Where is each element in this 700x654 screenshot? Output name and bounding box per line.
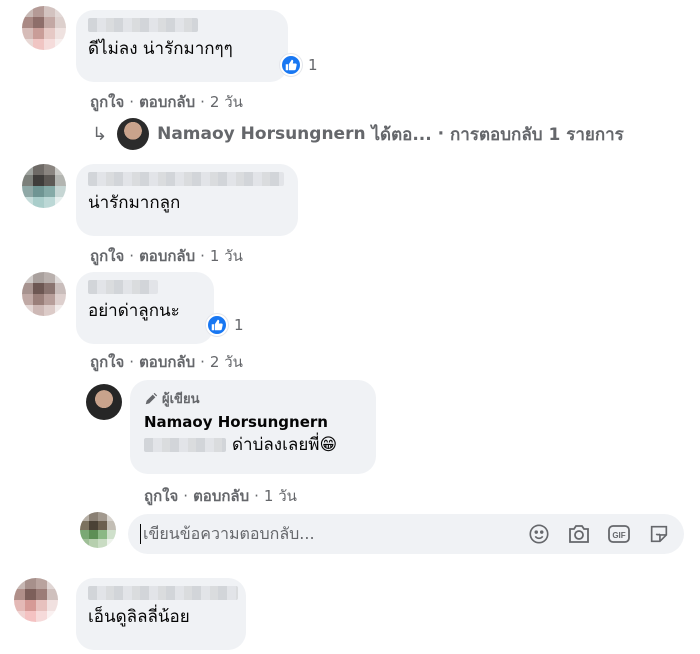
author-badge: ผู้เขียน xyxy=(144,388,362,409)
emoji-icon[interactable] xyxy=(526,521,552,547)
like-icon xyxy=(280,54,302,76)
reply-arrow-icon: ↳ xyxy=(92,123,108,145)
replier-avatar xyxy=(117,118,150,150)
comment-bubble: อย่าด่าลูกนะ xyxy=(76,272,214,344)
reply-button[interactable]: ตอบกลับ xyxy=(139,93,195,111)
comment-actions: ถูกใจ · ตอบกลับ · 2 วัน xyxy=(90,93,243,111)
reply-actions: ถูกใจ · ตอบกลับ · 1 วัน xyxy=(144,487,297,505)
avatar[interactable] xyxy=(22,164,66,208)
reaction-summary[interactable]: 1 xyxy=(280,54,318,76)
comment-bubble: ดีไม่ลง น่ารักมากๆๆ xyxy=(76,10,288,82)
comment-bubble: น่ารักมากลูก xyxy=(76,164,298,236)
avatar[interactable] xyxy=(22,6,66,50)
reaction-count: 1 xyxy=(308,56,318,74)
sticker-icon[interactable] xyxy=(646,521,672,547)
reaction-count: 1 xyxy=(234,316,244,334)
current-user-avatar xyxy=(80,512,116,548)
like-button[interactable]: ถูกใจ xyxy=(90,93,124,111)
replier-name: Namaoy Horsungnern xyxy=(157,124,366,144)
comment-bubble: เอ็นดูลิลลี่น้อย xyxy=(76,578,246,650)
camera-icon[interactable] xyxy=(566,521,592,547)
avatar[interactable] xyxy=(14,578,58,622)
author-name[interactable]: Namaoy Horsungnern xyxy=(144,413,362,431)
reply-placeholder: เขียนข้อความตอบกลับ... xyxy=(143,523,315,543)
avatar[interactable] xyxy=(22,272,66,316)
comment-text: ดีไม่ลง น่ารักมากๆๆ xyxy=(88,39,233,59)
reply-button[interactable]: ตอบกลับ xyxy=(139,247,195,265)
reply-input[interactable]: เขียนข้อความตอบกลับ... GIF xyxy=(128,514,684,554)
timestamp[interactable]: 1 วัน xyxy=(264,487,297,505)
reaction-summary[interactable]: 1 xyxy=(206,314,244,336)
like-button[interactable]: ถูกใจ xyxy=(144,487,178,505)
text-caret xyxy=(140,524,141,544)
svg-text:GIF: GIF xyxy=(612,531,625,540)
comment-text: เอ็นดูลิลลี่น้อย xyxy=(88,607,190,627)
like-button[interactable]: ถูกใจ xyxy=(90,247,124,265)
like-icon xyxy=(206,314,228,336)
comment-text: น่ารักมากลูก xyxy=(88,193,181,213)
commenter-name[interactable] xyxy=(88,586,238,600)
reply-bubble: ผู้เขียน Namaoy Horsungnern ด่าบ่ลงเลยพี… xyxy=(130,380,376,474)
tagged-user[interactable] xyxy=(144,438,226,452)
pencil-icon xyxy=(145,392,158,404)
comment-text: อย่าด่าลูกนะ xyxy=(88,301,180,321)
author-avatar[interactable] xyxy=(86,384,122,420)
gif-icon[interactable]: GIF xyxy=(606,521,632,547)
commenter-name[interactable] xyxy=(88,280,158,294)
reply-button[interactable]: ตอบกลับ xyxy=(193,487,249,505)
reply-text: ด่าบ่ลงเลยพี่😁 xyxy=(232,435,338,455)
comment-actions: ถูกใจ · ตอบกลับ · 1 วัน xyxy=(90,247,243,265)
commenter-name[interactable] xyxy=(88,18,198,32)
like-button[interactable]: ถูกใจ xyxy=(90,353,124,371)
commenter-name[interactable] xyxy=(88,172,284,186)
timestamp[interactable]: 2 วัน xyxy=(210,353,243,371)
timestamp[interactable]: 1 วัน xyxy=(210,247,243,265)
reply-count: การตอบกลับ 1 รายการ xyxy=(450,124,624,145)
reply-button[interactable]: ตอบกลับ xyxy=(139,353,195,371)
timestamp[interactable]: 2 วัน xyxy=(210,93,243,111)
comment-actions: ถูกใจ · ตอบกลับ · 2 วัน xyxy=(90,353,243,371)
view-replies-link[interactable]: ↳ Namaoy Horsungnern ได้ตอ... · การตอบกล… xyxy=(92,118,624,150)
